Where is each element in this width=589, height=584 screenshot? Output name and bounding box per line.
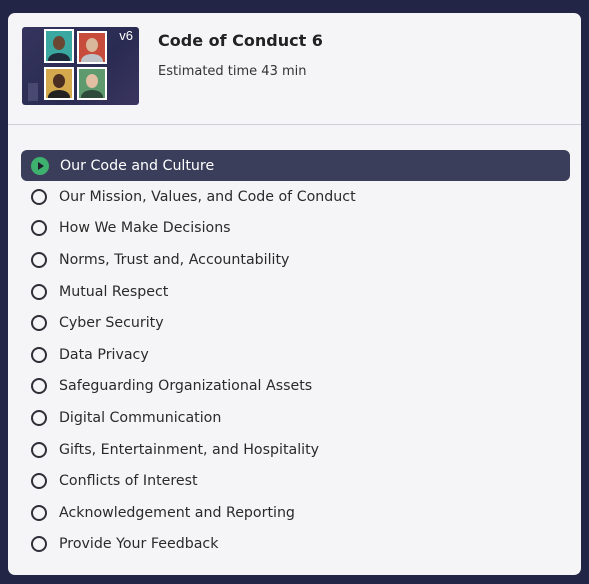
module-label: Mutual Respect [59, 283, 169, 300]
module-label: Acknowledgement and Reporting [59, 504, 295, 521]
module-label: Conflicts of Interest [59, 473, 198, 490]
empty-circle-icon [31, 441, 47, 458]
empty-circle-icon [31, 188, 47, 205]
module-label: Safeguarding Organizational Assets [59, 378, 313, 395]
module-item-mutual-respect[interactable]: Mutual Respect [21, 276, 570, 308]
module-label: Data Privacy [59, 346, 149, 363]
empty-circle-icon [31, 409, 47, 426]
version-badge: v6 [119, 28, 133, 43]
module-label: Norms, Trust and, Accountability [59, 251, 290, 268]
course-thumbnail: v6 [22, 27, 139, 105]
empty-circle-icon [31, 315, 47, 332]
course-panel: v6 Code of Conduct 6 Estimated time 43 m… [8, 13, 581, 575]
module-item-feedback[interactable]: Provide Your Feedback [21, 529, 570, 561]
module-item-acknowledgement[interactable]: Acknowledgement and Reporting [21, 497, 570, 529]
play-circle-icon [31, 156, 49, 175]
module-item-norms-trust[interactable]: Norms, Trust and, Accountability [21, 244, 570, 276]
module-label: How We Make Decisions [59, 220, 231, 237]
module-item-mission-values[interactable]: Our Mission, Values, and Code of Conduct [21, 181, 570, 213]
estimated-time: Estimated time 43 min [158, 64, 307, 79]
empty-circle-icon [31, 220, 47, 237]
module-item-digital-communication[interactable]: Digital Communication [21, 402, 570, 434]
module-item-data-privacy[interactable]: Data Privacy [21, 339, 570, 371]
empty-circle-icon [31, 283, 47, 300]
module-item-cyber-security[interactable]: Cyber Security [21, 307, 570, 339]
module-item-gifts-entertainment[interactable]: Gifts, Entertainment, and Hospitality [21, 434, 570, 466]
portrait-photo [44, 29, 74, 63]
thumbnail-decoration [28, 83, 38, 101]
portrait-photo [77, 67, 107, 100]
portrait-photo [44, 67, 74, 100]
module-label: Gifts, Entertainment, and Hospitality [59, 441, 320, 458]
module-item-decisions[interactable]: How We Make Decisions [21, 213, 570, 245]
module-list: Our Code and Culture Our Mission, Values… [21, 150, 570, 560]
empty-circle-icon [31, 473, 47, 490]
module-item-safeguarding-assets[interactable]: Safeguarding Organizational Assets [21, 371, 570, 403]
portrait-photo [77, 31, 107, 64]
empty-circle-icon [31, 251, 47, 268]
header-divider [8, 124, 581, 125]
module-item-conflicts-of-interest[interactable]: Conflicts of Interest [21, 465, 570, 497]
empty-circle-icon [31, 536, 47, 553]
empty-circle-icon [31, 378, 47, 395]
course-title: Code of Conduct 6 [158, 31, 323, 50]
module-item-our-code-and-culture[interactable]: Our Code and Culture [21, 150, 570, 181]
empty-circle-icon [31, 504, 47, 521]
module-label: Our Mission, Values, and Code of Conduct [59, 188, 356, 205]
module-label: Our Code and Culture [60, 157, 215, 174]
course-header: v6 Code of Conduct 6 Estimated time 43 m… [8, 13, 581, 124]
module-label: Digital Communication [59, 409, 222, 426]
module-label: Cyber Security [59, 315, 164, 332]
empty-circle-icon [31, 346, 47, 363]
module-label: Provide Your Feedback [59, 536, 219, 553]
